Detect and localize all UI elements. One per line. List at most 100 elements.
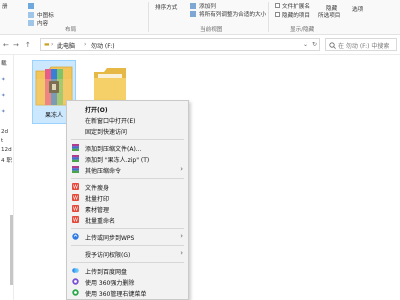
menu-item-label: 添加到压缩文件(A)... (85, 146, 142, 153)
winrar-icon (72, 166, 79, 173)
menu-item-add-to-archive[interactable]: 添加到压缩文件(A)... (67, 143, 188, 153)
menu-item-grant-access[interactable]: 授予访问权限(G) › (67, 249, 188, 259)
menu-item-label: 文件瘦身 (85, 185, 110, 192)
pin-icon[interactable]: ✦ (1, 93, 6, 99)
baidu-netdisk-icon (72, 268, 79, 273)
add-column-button[interactable]: 添加列 (199, 2, 216, 10)
menu-item-label: 素材管理 (85, 207, 110, 214)
back-button[interactable]: ← (3, 41, 9, 49)
forward-button[interactable]: → (13, 41, 19, 49)
menu-separator (71, 228, 184, 229)
ribbon-item-medium-icons[interactable]: 中图标 (37, 11, 54, 19)
file-extensions-label: 文件扩展名 (282, 4, 310, 10)
ribbon-divider (148, 2, 149, 32)
menu-item-file-slim[interactable]: W 文件瘦身 (67, 182, 188, 192)
hide-selected-sublabel: 所选项目 (318, 13, 341, 19)
nav-pane-scrollbar[interactable] (10, 215, 13, 285)
menu-item-asset-management[interactable]: W 素材管理 (67, 204, 188, 214)
360-icon (72, 278, 79, 285)
refresh-icon[interactable]: ↻ (312, 41, 317, 48)
menu-item-label: 其他压缩命令 (85, 168, 122, 175)
menu-separator (71, 139, 184, 140)
navigation-pane: 载 ✦ ✦ ✦ 2d t 12d 4 职 (0, 55, 14, 300)
resize-columns-button[interactable]: 将所有列调整为合适的大小 (199, 10, 266, 18)
wps-cloud-icon (72, 233, 79, 240)
breadcrumb-this-pc[interactable]: 此电脑 (57, 41, 75, 50)
menu-item-add-to-zip[interactable]: 添加到 "果冻人.zip" (T) (67, 154, 188, 164)
resize-columns-icon (190, 11, 196, 17)
hidden-items-label: 隐藏的项目 (282, 13, 310, 19)
svg-text:W: W (73, 196, 78, 201)
search-input[interactable]: 在 勿动 (F:) 中搜索 (325, 38, 397, 51)
menu-item-label: 固定到快速访问 (85, 129, 128, 136)
pin-icon[interactable]: ✦ (1, 77, 6, 83)
search-icon (329, 42, 336, 49)
ribbon-divider (268, 2, 269, 32)
breadcrumb-drive[interactable]: 勿动 (F:) (91, 41, 115, 50)
menu-separator (71, 245, 184, 246)
menu-item-label: 使用 360管理右键菜单 (85, 291, 147, 298)
ribbon: 册 中图标 内容 排序方式 添加列 将所有列调整为合适的大小 文件扩展名 隐藏的… (0, 0, 400, 35)
up-button[interactable]: ↑ (25, 41, 31, 49)
breadcrumb-separator: › (51, 41, 54, 48)
winrar-icon (72, 144, 79, 151)
context-menu: 打开(O) 在新窗口中打开(E) 固定到快速访问 添加到压缩文件(A)... 添… (66, 100, 189, 300)
icon-view-icon (28, 3, 34, 9)
wps-tool-icon: W (72, 183, 79, 190)
wps-tool-icon: W (72, 194, 79, 201)
menu-separator (71, 178, 184, 179)
nav-pane-item[interactable]: 2d (1, 129, 8, 135)
menu-item-upload-wps[interactable]: 上传或同步到WPS › (67, 232, 188, 242)
menu-item-label: 添加到 "果冻人.zip" (T) (85, 157, 150, 164)
group-label-layout: 布局 (65, 27, 77, 33)
nav-pane-item[interactable]: 4 职 (1, 156, 12, 164)
svg-text:W: W (73, 207, 78, 212)
ribbon-item-content[interactable]: 内容 (37, 19, 48, 27)
address-bar[interactable]: ▬ › 此电脑 › 勿动 (F:) ⌄ ↻ (40, 38, 320, 51)
chevron-right-icon: › (180, 232, 183, 240)
menu-item-batch-print[interactable]: W 批量打印 (67, 193, 188, 203)
menu-item-pin-quick-access[interactable]: 固定到快速访问 (67, 126, 188, 136)
nav-pane-item[interactable]: t (1, 138, 3, 144)
options-button[interactable]: 选项 (352, 5, 363, 13)
menu-item-label: 授予访问权限(G) (85, 252, 131, 259)
menu-item-baidu-upload[interactable]: 上传到百度网盘 (67, 266, 188, 276)
menu-item-label: 上传或同步到WPS (85, 235, 135, 242)
group-label-current-view: 当前视图 (200, 27, 223, 33)
icon-view-icon (28, 12, 34, 18)
menu-item-open-new-window[interactable]: 在新窗口中打开(E) (67, 115, 188, 125)
winrar-icon (72, 155, 79, 162)
icon-view-icon (28, 20, 34, 26)
chevron-right-icon: › (180, 165, 183, 173)
menu-item-360-context-menu[interactable]: 使用 360管理右键菜单 (67, 288, 188, 298)
file-extensions-checkbox[interactable] (275, 3, 280, 8)
group-label-show-hide: 显示/隐藏 (290, 27, 315, 33)
sort-by-button[interactable]: 排序方式 (155, 3, 177, 11)
menu-item-batch-rename[interactable]: W 批量重命名 (67, 215, 188, 225)
nav-pane-item[interactable]: 载 (1, 59, 7, 67)
svg-text:W: W (73, 218, 78, 223)
menu-item-label: 在新窗口中打开(E) (85, 118, 136, 125)
navigation-bar: ← → ↑ ▬ › 此电脑 › 勿动 (F:) ⌄ ↻ 在 勿动 (F:) 中搜… (0, 36, 400, 55)
columns-icon (190, 3, 196, 9)
menu-item-label: 批量打印 (85, 196, 110, 203)
wps-tool-icon: W (72, 216, 79, 223)
nav-pane-item[interactable]: 12d (1, 147, 12, 153)
menu-item-label: 上传到百度网盘 (85, 269, 128, 276)
breadcrumb-separator: › (84, 41, 87, 48)
menu-item-label: 打开(O) (85, 107, 108, 114)
wps-tool-icon: W (72, 205, 79, 212)
menu-item-other-compression[interactable]: 其他压缩命令 › (67, 165, 188, 175)
svg-text:W: W (73, 185, 78, 190)
ribbon-item[interactable]: 册 (2, 2, 8, 10)
drive-icon: ▬ (44, 41, 50, 48)
menu-item-360-delete[interactable]: 使用 360强力删除 (67, 277, 188, 287)
pin-icon[interactable]: ✦ (1, 109, 6, 115)
menu-item-label: 使用 360强力删除 (85, 280, 135, 287)
menu-item-label: 批量重命名 (85, 218, 116, 225)
chevron-down-icon[interactable]: ⌄ (303, 41, 308, 48)
menu-item-open[interactable]: 打开(O) (67, 104, 188, 114)
hidden-items-checkbox[interactable] (275, 12, 280, 17)
menu-separator (71, 262, 184, 263)
360-icon (72, 289, 79, 296)
